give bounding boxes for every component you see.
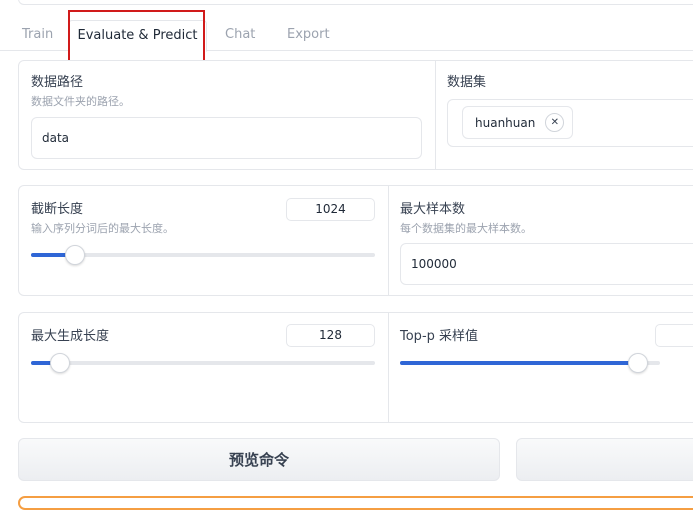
top-p-number-input[interactable]: 0. — [655, 324, 693, 347]
cutoff-len-label: 截断长度 — [31, 202, 84, 217]
dataset-dir-value: data — [42, 131, 70, 145]
max-samples-input[interactable]: 100000 — [400, 243, 693, 285]
dataset-dir-info: 数据文件夹的路径。 — [31, 95, 130, 108]
top-p-slider-thumb[interactable] — [627, 353, 648, 373]
dataset-dir-input[interactable]: data — [31, 117, 422, 159]
start-button[interactable] — [516, 438, 693, 481]
dataset-select[interactable]: huanhuan ✕ — [447, 99, 693, 147]
generation-row: 最大生成长度 128 Top-p 采样值 0. — [18, 312, 693, 423]
top-panel-edge — [18, 0, 693, 5]
dataset-row: 数据路径 数据文件夹的路径。 data 数据集 huanhuan ✕ — [18, 60, 693, 170]
output-panel-edge — [18, 496, 693, 510]
dataset-label: 数据集 — [447, 75, 487, 90]
max-new-tokens-slider[interactable] — [31, 353, 375, 373]
tab-export[interactable]: Export — [287, 20, 330, 50]
dataset-dir-label: 数据路径 — [31, 75, 84, 90]
tab-train[interactable]: Train — [22, 20, 53, 50]
column-divider — [388, 313, 389, 422]
max-samples-label: 最大样本数 — [400, 202, 466, 217]
cutoff-len-slider[interactable] — [31, 245, 375, 265]
preview-command-button[interactable]: 预览命令 — [18, 438, 500, 481]
cutoff-len-number-input[interactable]: 1024 — [286, 198, 375, 221]
tab-chat[interactable]: Chat — [225, 20, 255, 50]
column-divider — [435, 61, 436, 169]
max-new-tokens-slider-thumb[interactable] — [49, 353, 70, 373]
max-new-tokens-label: 最大生成长度 — [31, 329, 110, 344]
length-row: 截断长度 输入序列分词后的最大长度。 1024 最大样本数 每个数据集的最大样本… — [18, 185, 693, 296]
max-samples-info: 每个数据集的最大样本数。 — [400, 222, 532, 235]
top-p-slider-fill — [400, 361, 637, 365]
max-samples-value: 100000 — [411, 257, 457, 271]
cutoff-len-slider-thumb[interactable] — [65, 245, 85, 265]
top-p-label: Top-p 采样值 — [400, 329, 479, 344]
top-p-slider[interactable] — [400, 353, 660, 373]
max-new-tokens-number-input[interactable]: 128 — [286, 324, 375, 347]
tab-evaluate-predict[interactable]: Evaluate & Predict — [68, 20, 207, 52]
cutoff-len-info: 输入序列分词后的最大长度。 — [31, 222, 174, 235]
close-icon[interactable]: ✕ — [545, 113, 565, 132]
dataset-chip: huanhuan ✕ — [462, 106, 574, 139]
column-divider — [388, 186, 389, 295]
tab-bar: Train Evaluate & Predict Chat Export — [0, 20, 693, 52]
dataset-chip-label: huanhuan — [475, 115, 536, 130]
